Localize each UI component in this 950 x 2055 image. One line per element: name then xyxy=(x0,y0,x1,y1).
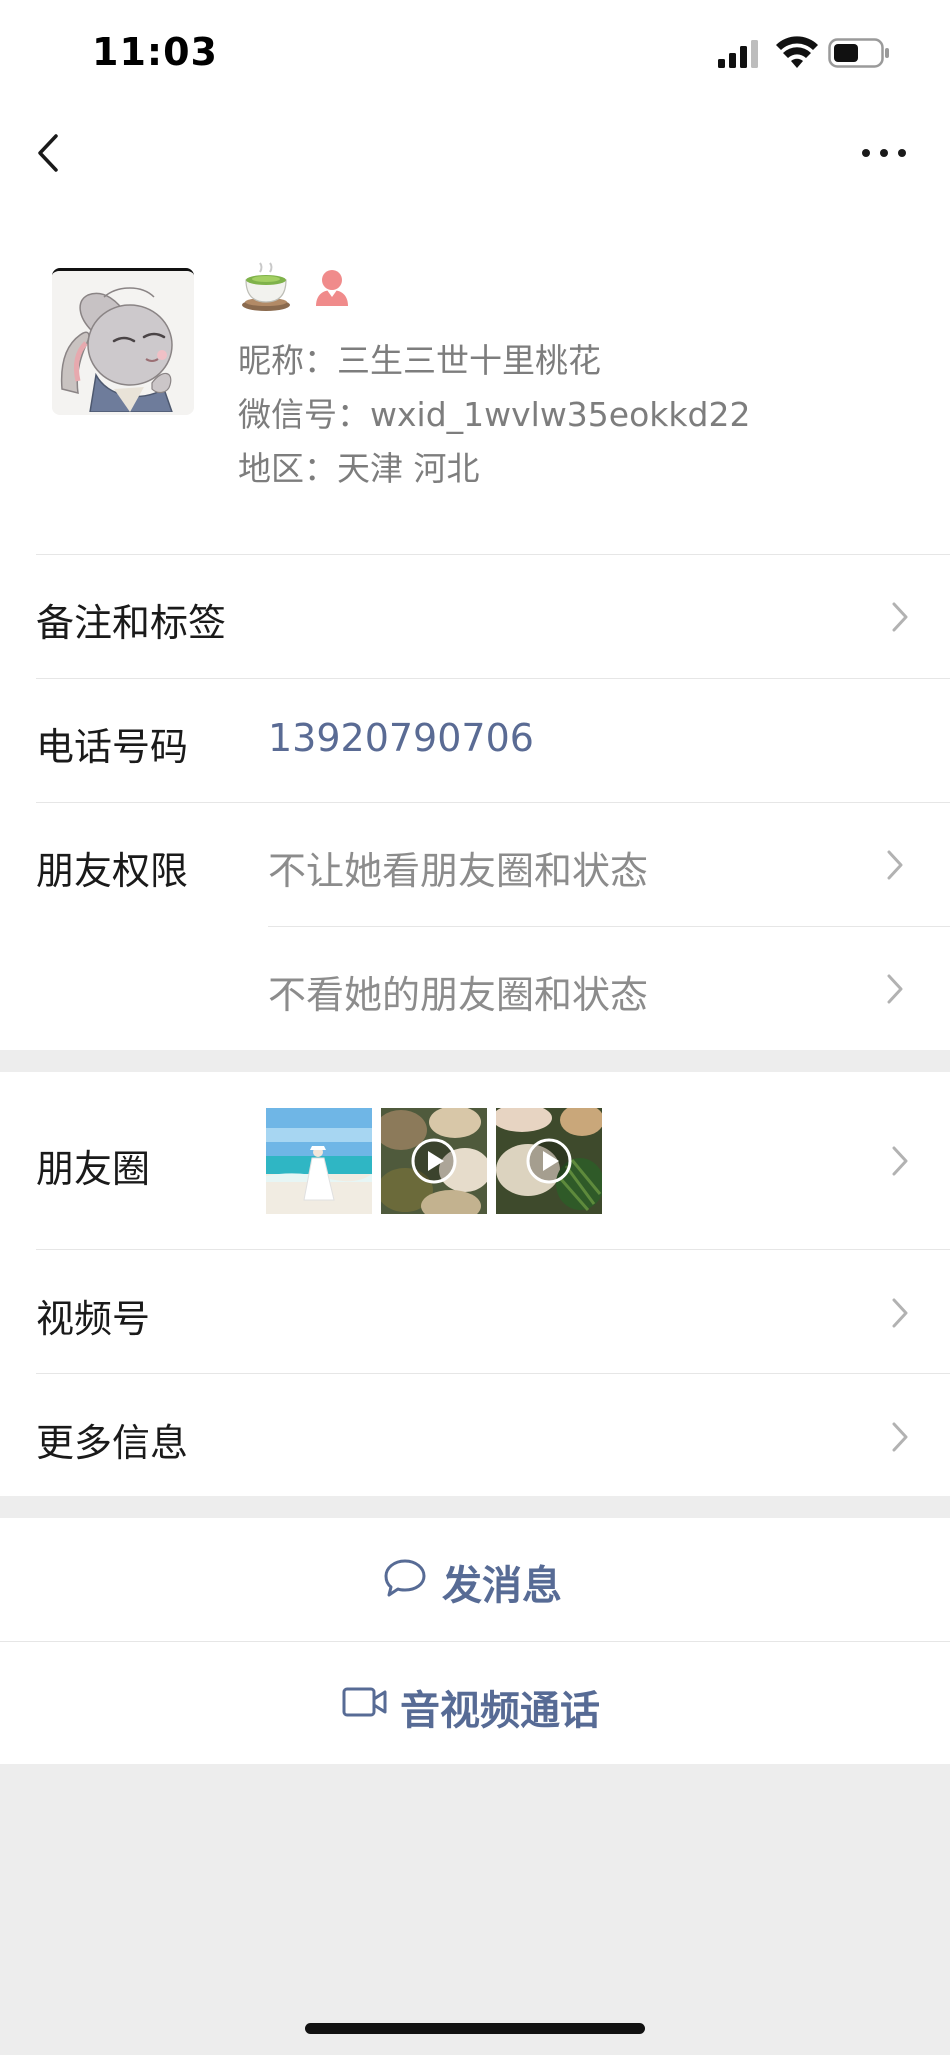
chevron-right-icon xyxy=(887,850,903,880)
nav-bar xyxy=(0,110,950,260)
permissions-label: 朋友权限 xyxy=(36,849,189,893)
avatar[interactable] xyxy=(52,268,194,415)
food-video-photo-icon xyxy=(381,1108,487,1214)
chevron-right-icon xyxy=(892,1298,908,1328)
divider xyxy=(36,678,950,679)
video-camera-icon xyxy=(342,1687,387,1717)
back-chevron-icon[interactable] xyxy=(30,128,70,178)
beach-photo-icon xyxy=(266,1108,372,1214)
more-dots-icon[interactable] xyxy=(860,138,908,168)
phone-label: 电话号码 xyxy=(36,725,189,769)
permission-hide-my-moments: 不让她看朋友圈和状态 xyxy=(268,849,649,893)
channels-label: 视频号 xyxy=(36,1297,151,1341)
moments-thumbnail-beach xyxy=(266,1108,372,1214)
tea-cup-icon xyxy=(242,262,290,311)
send-message-label: 发消息 xyxy=(442,1563,562,1609)
battery-icon xyxy=(828,38,889,68)
wifi-icon xyxy=(776,36,818,68)
video-call-label: 音视频通话 xyxy=(400,1688,600,1734)
profile-wechat-id: 微信号：wxid_1wvlw35eokkd22 xyxy=(238,395,751,434)
profile-region: 地区：天津 河北 xyxy=(238,449,480,488)
phone-number-link[interactable]: 13920790706 xyxy=(268,716,534,760)
chevron-right-icon xyxy=(887,974,903,1004)
moments-thumbnail-video-2 xyxy=(496,1108,602,1214)
profile-nickname: 昵称：三生三世十里桃花 xyxy=(238,341,601,380)
moments-thumbnail-video-1 xyxy=(381,1108,487,1214)
cellular-signal-icon xyxy=(718,40,758,68)
chevron-right-icon xyxy=(892,602,908,632)
chevron-right-icon xyxy=(892,1146,908,1176)
more-info-label: 更多信息 xyxy=(36,1421,189,1465)
female-icon xyxy=(316,270,348,306)
bunny-avatar-icon xyxy=(52,271,194,413)
remarks-tags-label: 备注和标签 xyxy=(36,601,227,645)
home-indicator xyxy=(305,2023,645,2034)
status-time: 11:03 xyxy=(92,30,218,74)
chevron-right-icon xyxy=(892,1422,908,1452)
chat-bubble-icon xyxy=(384,1559,426,1597)
food-video-photo-icon xyxy=(496,1108,602,1214)
permission-hide-her-moments: 不看她的朋友圈和状态 xyxy=(268,973,649,1017)
moments-label: 朋友圈 xyxy=(36,1147,151,1191)
